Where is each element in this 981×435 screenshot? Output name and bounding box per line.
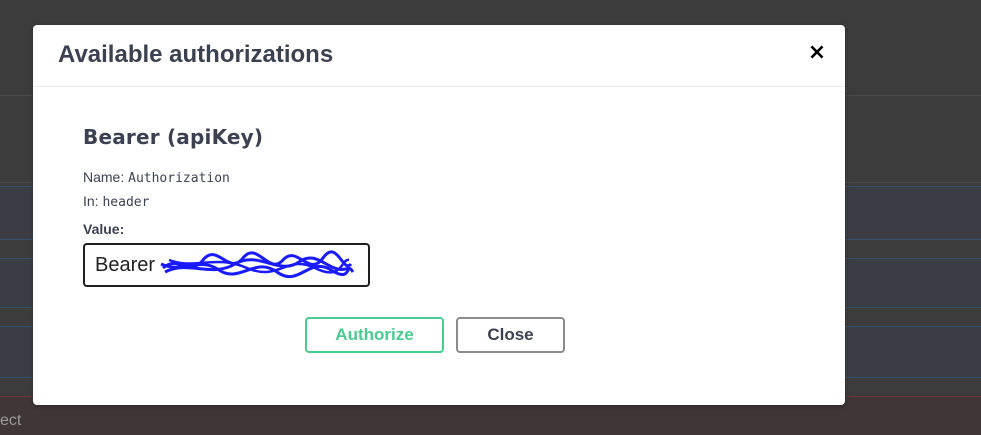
close-icon[interactable]: × — [806, 40, 828, 66]
close-button[interactable]: Close — [456, 317, 565, 353]
in-label: In: — [83, 193, 99, 209]
modal-header: Available authorizations × — [33, 25, 845, 87]
scheme-in-row: In: header — [83, 189, 783, 213]
value-input[interactable] — [83, 243, 370, 287]
scheme-title: Bearer (apiKey) — [83, 125, 264, 149]
auth-scheme-section: Bearer (apiKey) Name: Authorization In: … — [83, 125, 783, 287]
modal-title: Available authorizations — [58, 41, 334, 68]
name-label: Name: — [83, 169, 125, 185]
authorization-modal: Available authorizations × Bearer (apiKe… — [33, 25, 845, 405]
value-label: Value: — [83, 221, 125, 237]
background-partial-text: ect — [0, 412, 22, 429]
name-value: Authorization — [128, 171, 230, 186]
authorize-button[interactable]: Authorize — [305, 317, 444, 353]
value-input-wrapper — [83, 243, 370, 287]
scheme-name-row: Name: Authorization — [83, 165, 783, 189]
in-value: header — [102, 195, 150, 210]
